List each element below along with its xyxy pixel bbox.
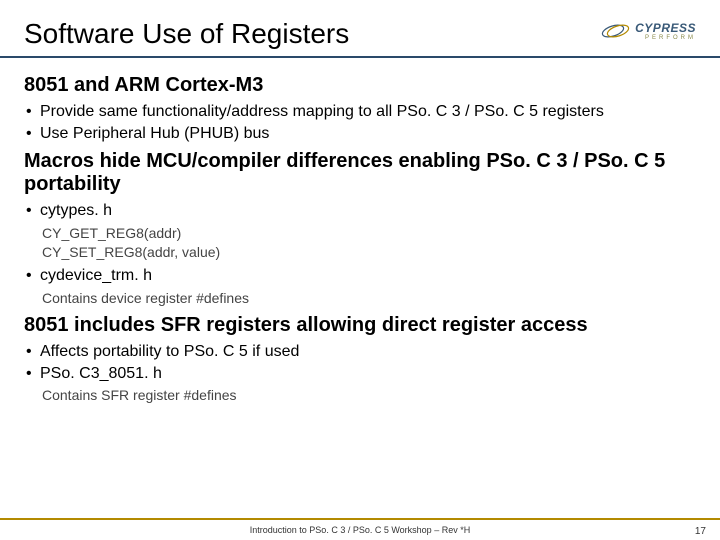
section-heading: 8051 includes SFR registers allowing dir… <box>24 314 696 337</box>
footer: Introduction to PSo. C 3 / PSo. C 5 Work… <box>0 518 720 540</box>
section-heading: Macros hide MCU/compiler differences ena… <box>24 150 696 196</box>
logo-main: CYPRESS <box>635 22 696 34</box>
sub-list: Contains SFR register #defines <box>24 386 696 406</box>
logo-sub: PERFORM <box>635 35 696 41</box>
bullet-list: Provide same functionality/address mappi… <box>24 101 696 144</box>
bullet-item: Use Peripheral Hub (PHUB) bus <box>24 123 696 145</box>
sub-item: CY_GET_REG8(addr) <box>42 224 696 244</box>
bullet-list: cytypes. h <box>24 200 696 222</box>
slide: Software Use of Registers CYPRESS PERFOR… <box>0 0 720 540</box>
sub-list: CY_GET_REG8(addr) CY_SET_REG8(addr, valu… <box>24 224 696 263</box>
sub-item: Contains device register #defines <box>42 289 696 309</box>
bullet-item: cydevice_trm. h <box>24 265 696 287</box>
sub-list: Contains device register #defines <box>24 289 696 309</box>
logo-icon <box>601 20 631 42</box>
bullet-item: Provide same functionality/address mappi… <box>24 101 696 123</box>
logo: CYPRESS PERFORM <box>601 20 696 42</box>
page-number: 17 <box>695 526 706 537</box>
bullet-list: cydevice_trm. h <box>24 265 696 287</box>
section-heading: 8051 and ARM Cortex-M3 <box>24 74 696 97</box>
title-row: Software Use of Registers CYPRESS PERFOR… <box>24 18 696 50</box>
bullet-item: Affects portability to PSo. C 5 if used <box>24 341 696 363</box>
logo-text: CYPRESS PERFORM <box>635 22 696 41</box>
content: 8051 and ARM Cortex-M3 Provide same func… <box>24 58 696 406</box>
bullet-list: Affects portability to PSo. C 5 if used … <box>24 341 696 384</box>
sub-item: Contains SFR register #defines <box>42 386 696 406</box>
sub-item: CY_SET_REG8(addr, value) <box>42 243 696 263</box>
footer-text: Introduction to PSo. C 3 / PSo. C 5 Work… <box>250 525 470 535</box>
bullet-item: cytypes. h <box>24 200 696 222</box>
slide-title: Software Use of Registers <box>24 18 349 50</box>
bullet-item: PSo. C3_8051. h <box>24 363 696 385</box>
